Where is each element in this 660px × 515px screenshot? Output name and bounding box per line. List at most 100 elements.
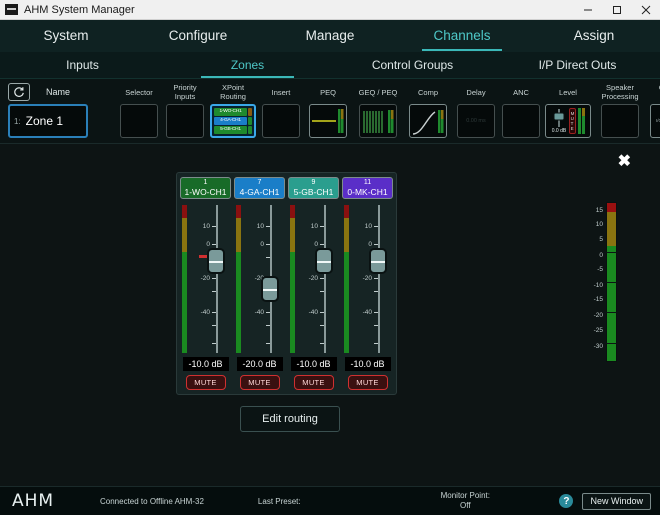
cell-speaker-processing[interactable] bbox=[601, 104, 639, 138]
zone-name-value: Zone 1 bbox=[26, 114, 63, 128]
strip-scale: 10 0 -20 -40 bbox=[193, 205, 217, 353]
strip-number: 1 bbox=[204, 179, 208, 187]
xpoint-route-2: 4-GA-CH1 bbox=[214, 117, 247, 125]
cell-delay[interactable]: 0.00 ms bbox=[457, 104, 495, 138]
xpoint-meter-bot bbox=[248, 126, 252, 134]
close-panel-icon[interactable]: ✖ bbox=[618, 154, 631, 170]
comp-curve-icon bbox=[410, 105, 446, 137]
strip-scale: 10 0 -20 -40 bbox=[355, 205, 379, 353]
subnav-tab-inputs[interactable]: Inputs bbox=[0, 52, 165, 78]
channel-strip: 1 1-WO-CH1 10 0 -20 -40 bbox=[180, 177, 231, 390]
refresh-icon[interactable] bbox=[8, 83, 30, 101]
channel-strip: 7 4-GA-CH1 10 0 -20 -40 bbox=[234, 177, 285, 390]
column-geq-peq: GEQ / PEQ bbox=[352, 82, 404, 141]
strip-header[interactable]: 7 4-GA-CH1 bbox=[234, 177, 285, 199]
master-meter: 15 10 5 0 -5 -10 -15 -20 -25 -30 bbox=[583, 202, 617, 362]
close-button[interactable] bbox=[631, 0, 660, 19]
column-comp: Comp bbox=[404, 82, 452, 141]
column-header-delay: Delay bbox=[464, 82, 487, 102]
cell-selector[interactable] bbox=[120, 104, 158, 138]
subnav-tab-control-groups[interactable]: Control Groups bbox=[330, 52, 495, 78]
help-icon[interactable]: ? bbox=[559, 494, 573, 508]
strip-meter bbox=[182, 205, 187, 353]
strip-fader-handle[interactable] bbox=[207, 248, 225, 274]
strip-gain-value[interactable]: -10.0 dB bbox=[291, 357, 337, 371]
strip-fader-handle[interactable] bbox=[369, 248, 387, 274]
column-priority-inputs: PriorityInputs bbox=[162, 82, 208, 141]
status-bar: AHM Connected to Offline AHM-32 Last Pre… bbox=[0, 486, 660, 515]
monitor-point-label: Monitor Point: bbox=[441, 491, 490, 500]
column-outputs-limiters: Outputs/Limiters I/O Port Output 1 bbox=[646, 82, 660, 141]
cell-outputs-limiters[interactable]: I/O Port Output 1 bbox=[650, 104, 660, 138]
geq-bars-icon bbox=[360, 105, 396, 137]
strip-mute-button[interactable]: MUTE bbox=[348, 375, 388, 390]
strip-gain-value[interactable]: -20.0 dB bbox=[237, 357, 283, 371]
level-mute-indicator: MUTE bbox=[569, 108, 576, 134]
monitor-point: Monitor Point: Off bbox=[441, 491, 490, 511]
strip-name: 4-GA-CH1 bbox=[240, 187, 280, 197]
strip-mute-button[interactable]: MUTE bbox=[294, 375, 334, 390]
strip-header[interactable]: 1 1-WO-CH1 bbox=[180, 177, 231, 199]
nav-tab-manage[interactable]: Manage bbox=[264, 20, 396, 52]
window-controls bbox=[573, 0, 660, 19]
nav-tab-configure[interactable]: Configure bbox=[132, 20, 264, 52]
monitor-point-value: Off bbox=[460, 501, 471, 510]
subnav-tab-ip-direct-outs[interactable]: I/P Direct Outs bbox=[495, 52, 660, 78]
strip-fader-area: 10 0 -20 -40 bbox=[180, 205, 231, 353]
mm-tick: -30 bbox=[594, 343, 603, 350]
minimize-button[interactable] bbox=[573, 0, 602, 19]
column-header-priority-inputs: PriorityInputs bbox=[171, 82, 198, 102]
strip-meter bbox=[290, 205, 295, 353]
ahm-logo: AHM bbox=[12, 491, 74, 511]
cell-anc[interactable] bbox=[502, 104, 540, 138]
cell-geq-peq[interactable] bbox=[359, 104, 397, 138]
strip-fader-handle[interactable] bbox=[261, 276, 279, 302]
mm-tick: 0 bbox=[599, 252, 603, 259]
cell-level[interactable]: 0.0 dB MUTE bbox=[545, 104, 591, 138]
strip-gain-value[interactable]: -10.0 dB bbox=[183, 357, 229, 371]
channel-strip-group: 1 1-WO-CH1 10 0 -20 -40 bbox=[176, 172, 397, 395]
strip-scale: 10 0 -20 -40 bbox=[301, 205, 325, 353]
column-insert: Insert bbox=[258, 82, 304, 141]
mm-tick: -15 bbox=[594, 296, 603, 303]
strip-fader-area: 10 0 -20 -40 bbox=[288, 205, 339, 353]
window-title: AHM System Manager bbox=[24, 4, 573, 16]
strip-header[interactable]: 11 0-MK-CH1 bbox=[342, 177, 393, 199]
connection-status: Connected to Offline AHM-32 bbox=[100, 497, 204, 506]
column-header-selector: Selector bbox=[123, 82, 155, 102]
cell-xpoint-routing[interactable]: 1-WO-CH1 4-GA-CH1 5-GB-CH1 bbox=[210, 104, 256, 138]
column-header-peq: PEQ bbox=[318, 82, 338, 102]
nav-tab-channels[interactable]: Channels bbox=[396, 20, 528, 52]
app-icon bbox=[5, 4, 18, 15]
channel-strip: 9 5-GB-CH1 10 0 -20 -40 bbox=[288, 177, 339, 390]
level-value: 0.0 dB bbox=[552, 128, 566, 134]
level-fader-icon: 0.0 dB bbox=[551, 108, 567, 134]
nav-tab-system[interactable]: System bbox=[0, 20, 132, 52]
zone-index: 1: bbox=[14, 117, 21, 126]
nav-tab-assign[interactable]: Assign bbox=[528, 20, 660, 52]
xpoint-route-1: 1-WO-CH1 bbox=[214, 108, 247, 116]
maximize-button[interactable] bbox=[602, 0, 631, 19]
mm-tick: 15 bbox=[596, 207, 603, 214]
strip-fader-handle[interactable] bbox=[315, 248, 333, 274]
strip-fader-area: 10 0 -20 -40 bbox=[234, 205, 285, 353]
edit-routing-button[interactable]: Edit routing bbox=[240, 406, 340, 432]
last-preset-label: Last Preset: bbox=[258, 497, 301, 506]
subnav-tab-zones[interactable]: Zones bbox=[165, 52, 330, 78]
cell-priority-inputs[interactable] bbox=[166, 104, 204, 138]
zone-name-field[interactable]: 1: Zone 1 bbox=[8, 104, 88, 138]
strip-mute-button[interactable]: MUTE bbox=[240, 375, 280, 390]
mm-tick: 10 bbox=[596, 221, 603, 228]
main-nav: System Configure Manage Channels Assign bbox=[0, 20, 660, 52]
strip-header[interactable]: 9 5-GB-CH1 bbox=[288, 177, 339, 199]
mm-tick: -20 bbox=[594, 312, 603, 319]
cell-peq[interactable] bbox=[309, 104, 347, 138]
peq-curve-icon bbox=[310, 105, 346, 137]
column-delay: Delay 0.00 ms bbox=[452, 82, 500, 141]
cell-comp[interactable] bbox=[409, 104, 447, 138]
cell-insert[interactable] bbox=[262, 104, 300, 138]
strip-mute-button[interactable]: MUTE bbox=[186, 375, 226, 390]
strip-gain-value[interactable]: -10.0 dB bbox=[345, 357, 391, 371]
new-window-button[interactable]: New Window bbox=[582, 493, 651, 510]
column-anc: ANC bbox=[500, 82, 542, 141]
